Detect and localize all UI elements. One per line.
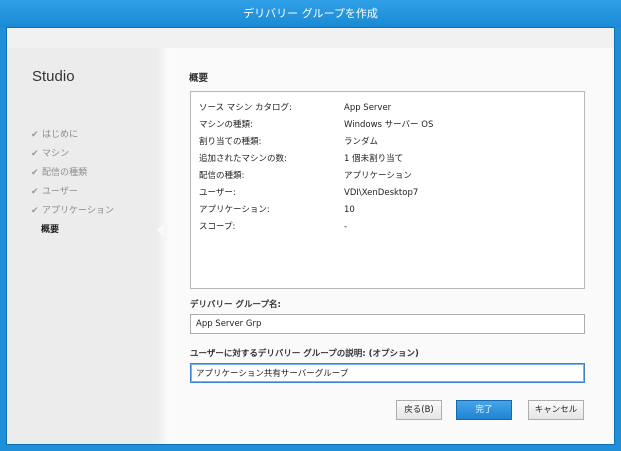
checkmark-icon: ✔ xyxy=(31,206,39,216)
section-title: 概要 xyxy=(189,73,209,84)
step-summary[interactable]: 概要 xyxy=(31,221,114,240)
group-name-input[interactable] xyxy=(190,314,585,334)
sidebar xyxy=(7,48,163,444)
window-title-bar: デリバリー グループを作成 xyxy=(0,0,621,27)
back-button[interactable]: 戻る(B) xyxy=(396,400,442,420)
cancel-button[interactable]: キャンセル xyxy=(528,400,584,420)
finish-button[interactable]: 完了 xyxy=(456,400,512,420)
sidebar-shadow xyxy=(157,48,171,444)
step-users[interactable]: ✔ ユーザー xyxy=(31,183,114,202)
summary-row: 追加されたマシンの数: 1 個未割り当て xyxy=(199,154,404,164)
summary-row: ユーザー: VDI\XenDesktop7 xyxy=(199,188,419,198)
summary-row: スコープ: - xyxy=(199,222,348,232)
summary-row: 割り当ての種類: ランダム xyxy=(199,137,379,147)
summary-row: アプリケーション: 10 xyxy=(199,205,355,215)
wizard-frame: Studio ✔ はじめに ✔ マシン ✔ 配信の種類 ✔ ユーザー ✔ アプリケーション… xyxy=(6,27,615,445)
window-title: デリバリー グループを作成 xyxy=(243,7,378,20)
studio-brand: Studio xyxy=(32,68,75,85)
summary-box: ソース マシン カタログ: App Server マシンの種類: Windows サ… xyxy=(190,91,585,289)
step-machines[interactable]: ✔ マシン xyxy=(31,145,114,164)
group-name-label: デリバリー グループ名: xyxy=(190,300,281,310)
summary-row: 配信の種類: アプリケーション xyxy=(199,171,412,181)
step-getting-started[interactable]: ✔ はじめに xyxy=(31,126,114,145)
description-label: ユーザーに対するデリバリー グループの説明: (オプション) xyxy=(190,349,419,359)
current-step-indicator xyxy=(157,223,164,237)
wizard-steps: ✔ はじめに ✔ マシン ✔ 配信の種類 ✔ ユーザー ✔ アプリケーション 概要 xyxy=(31,126,114,240)
description-input[interactable] xyxy=(190,363,585,383)
summary-row: マシンの種類: Windows サーバー OS xyxy=(199,120,434,130)
checkmark-icon: ✔ xyxy=(31,168,39,178)
step-applications[interactable]: ✔ アプリケーション xyxy=(31,202,114,221)
step-delivery-type[interactable]: ✔ 配信の種類 xyxy=(31,164,114,183)
checkmark-icon: ✔ xyxy=(31,187,39,197)
checkmark-icon: ✔ xyxy=(31,149,39,159)
checkmark-icon: ✔ xyxy=(31,130,39,140)
summary-row: ソース マシン カタログ: App Server xyxy=(199,103,392,113)
top-strip xyxy=(7,28,614,48)
